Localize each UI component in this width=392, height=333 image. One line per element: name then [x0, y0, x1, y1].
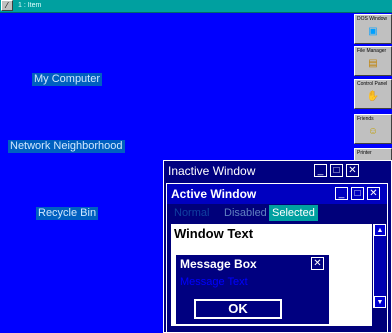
close-button[interactable]: ✕ — [346, 164, 359, 177]
dock-item-label: File Manager — [357, 48, 387, 54]
dock-item-label: Control Panel — [357, 81, 388, 87]
minimize-button[interactable]: _ — [314, 164, 327, 177]
vertical-scrollbar[interactable]: ▲ ▼ — [373, 224, 386, 308]
dock-item-dos[interactable]: DOS Window ▣ — [354, 14, 392, 44]
message-box-titlebar[interactable]: Message Box — [176, 255, 329, 273]
menu-bar: Normal Disabled Selected — [169, 205, 385, 221]
dock-item-control-panel[interactable]: Control Panel ✋ — [354, 79, 392, 109]
minimize-button[interactable]: _ — [335, 187, 348, 200]
taskbar-item[interactable]: 1 : Item — [16, 1, 78, 11]
desktop-icon-recycle-bin[interactable]: Recycle Bin — [36, 207, 99, 220]
scroll-up-icon[interactable]: ▲ — [374, 224, 386, 236]
window-text: Window Text — [174, 226, 254, 241]
scroll-down-icon[interactable]: ▼ — [374, 296, 386, 308]
maximize-button[interactable]: □ — [351, 187, 364, 200]
dos-icon: ▣ — [368, 26, 378, 37]
close-button[interactable]: ✕ — [311, 257, 324, 270]
active-window-title: Active Window — [171, 187, 257, 201]
inactive-window-title: Inactive Window — [168, 164, 256, 178]
dock-item-file-manager[interactable]: File Manager ▤ — [354, 46, 392, 76]
maximize-button[interactable]: □ — [330, 164, 343, 177]
dock-item-label: DOS Window — [357, 16, 388, 22]
message-text: Message Text — [180, 276, 248, 288]
taskbar: ⁄ 1 : Item — [0, 0, 392, 13]
ok-button[interactable]: OK — [194, 299, 282, 319]
menu-item-normal[interactable]: Normal — [171, 205, 212, 221]
dock-item-label: Printer — [357, 150, 372, 156]
message-box[interactable]: Message Box ✕ Message Text OK — [174, 253, 331, 326]
start-button[interactable]: ⁄ — [1, 0, 13, 11]
control-panel-icon: ✋ — [366, 91, 380, 102]
close-button[interactable]: ✕ — [367, 187, 380, 200]
message-box-title: Message Box — [180, 257, 257, 271]
smiley-icon: ☺ — [367, 126, 379, 137]
menu-item-disabled: Disabled — [224, 207, 267, 219]
file-manager-icon: ▤ — [368, 58, 378, 69]
desktop-icon-my-computer[interactable]: My Computer — [32, 73, 103, 86]
desktop-icon-network-neighborhood[interactable]: Network Neighborhood — [8, 140, 125, 153]
dock-item-label: Friends — [357, 116, 374, 122]
menu-item-selected[interactable]: Selected — [269, 205, 318, 221]
dock-item-friends[interactable]: Friends ☺ — [354, 114, 392, 144]
